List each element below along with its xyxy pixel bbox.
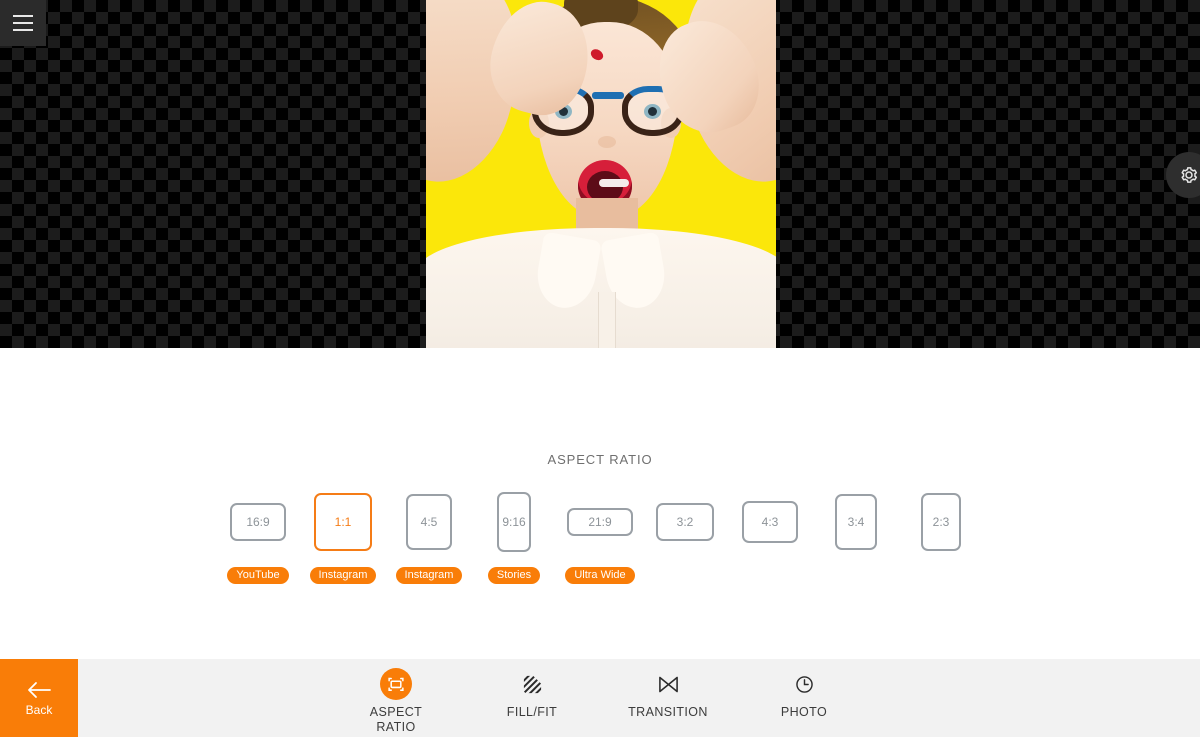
aspect-ratio-panel: ASPECT RATIO 16:9 YouTube 1:1 Instagram 4:5 I… [0,348,1200,659]
transition-icon [652,668,684,700]
hamburger-bar [13,22,33,24]
aspect-ratio-option-2-3[interactable]: 2:3 [891,483,991,584]
back-button[interactable]: Back [0,659,78,737]
tool-label: PHOTO [780,705,828,719]
aspect-ratio-card-wrap: 4:5 [406,483,452,561]
section-title: ASPECT RATIO [547,452,653,467]
arrow-left-icon [28,681,51,698]
preview-canvas[interactable] [0,0,1200,348]
aspect-ratio-card[interactable]: 4:3 [742,501,798,543]
tool-fill-fit[interactable]: FILL/FIT [486,668,578,720]
settings-button[interactable] [1166,152,1200,198]
aspect-ratio-card[interactable]: 1:1 [314,493,372,551]
aspect-ratio-badge: YouTube [227,567,289,584]
aspect-ratio-card-wrap: 3:2 [656,483,714,561]
aspect-ratio-card-wrap: 2:3 [921,483,961,561]
tool-transition[interactable]: TRANSITION [622,668,714,720]
aspect-ratio-card-wrap: 4:3 [742,483,798,561]
hamburger-bar [13,15,33,17]
aspect-ratio-option-1-1[interactable]: 1:1 Instagram [293,483,393,584]
app-root: ASPECT RATIO 16:9 YouTube 1:1 Instagram 4:5 I… [0,0,1200,737]
tool-list: ASPECT RATIO FILL/FIT TRANSITION PHOTO [0,659,1200,737]
aspect-ratio-badge: Instagram [395,567,463,584]
tool-label: TRANSITION [628,705,708,719]
aspect-ratio-list: 16:9 YouTube 1:1 Instagram 4:5 Instagram 9:16 S… [0,474,1200,584]
photo-glasses-bridge [592,92,624,99]
aspect-ratio-card-wrap: 3:4 [835,483,877,561]
aspect-ratio-card[interactable]: 3:4 [835,494,877,550]
aspect-ratio-badge: Ultra Wide [565,567,635,584]
hamburger-bar [13,29,33,31]
tool-aspect-ratio[interactable]: ASPECT RATIO [350,668,442,735]
aspect-ratio-card[interactable]: 16:9 [230,503,286,541]
aspect-ratio-option-4-3[interactable]: 4:3 [720,483,820,584]
aspect-ratio-card[interactable]: 3:2 [656,503,714,541]
preview-photo[interactable] [426,0,776,348]
photo-teeth [599,179,629,187]
aspect-ratio-option-9-16[interactable]: 9:16 Stories [464,483,564,584]
tool-label: FILL/FIT [506,705,558,719]
photo-shirt-placket [598,292,616,348]
aspect-ratio-card-wrap: 21:9 [567,483,633,561]
aspect-ratio-card-wrap: 9:16 [497,483,531,561]
aspect-ratio-card[interactable]: 9:16 [497,492,531,552]
aspect-ratio-card[interactable]: 21:9 [567,508,633,536]
photo-nose [598,136,616,148]
gear-icon [1181,167,1198,183]
tool-label: ASPECT RATIO [369,705,423,734]
aspect-ratio-card[interactable]: 4:5 [406,494,452,550]
aspect-ratio-badge: Stories [487,567,541,584]
fill-fit-icon [516,668,548,700]
aspect-ratio-card-wrap: 16:9 [230,483,286,561]
clock-icon [788,668,820,700]
tool-photo[interactable]: PHOTO [758,668,850,720]
hamburger-menu-icon[interactable] [0,0,46,46]
aspect-ratio-card[interactable]: 2:3 [921,493,961,551]
bottom-toolbar: ASPECT RATIO FILL/FIT TRANSITION PHOTO Ba… [0,659,1200,737]
back-button-label: Back [25,702,53,717]
aspect-ratio-icon [380,668,412,700]
aspect-ratio-card-wrap: 1:1 [314,483,372,561]
photo-pupil-right [648,107,657,116]
aspect-ratio-badge: Instagram [309,567,377,584]
